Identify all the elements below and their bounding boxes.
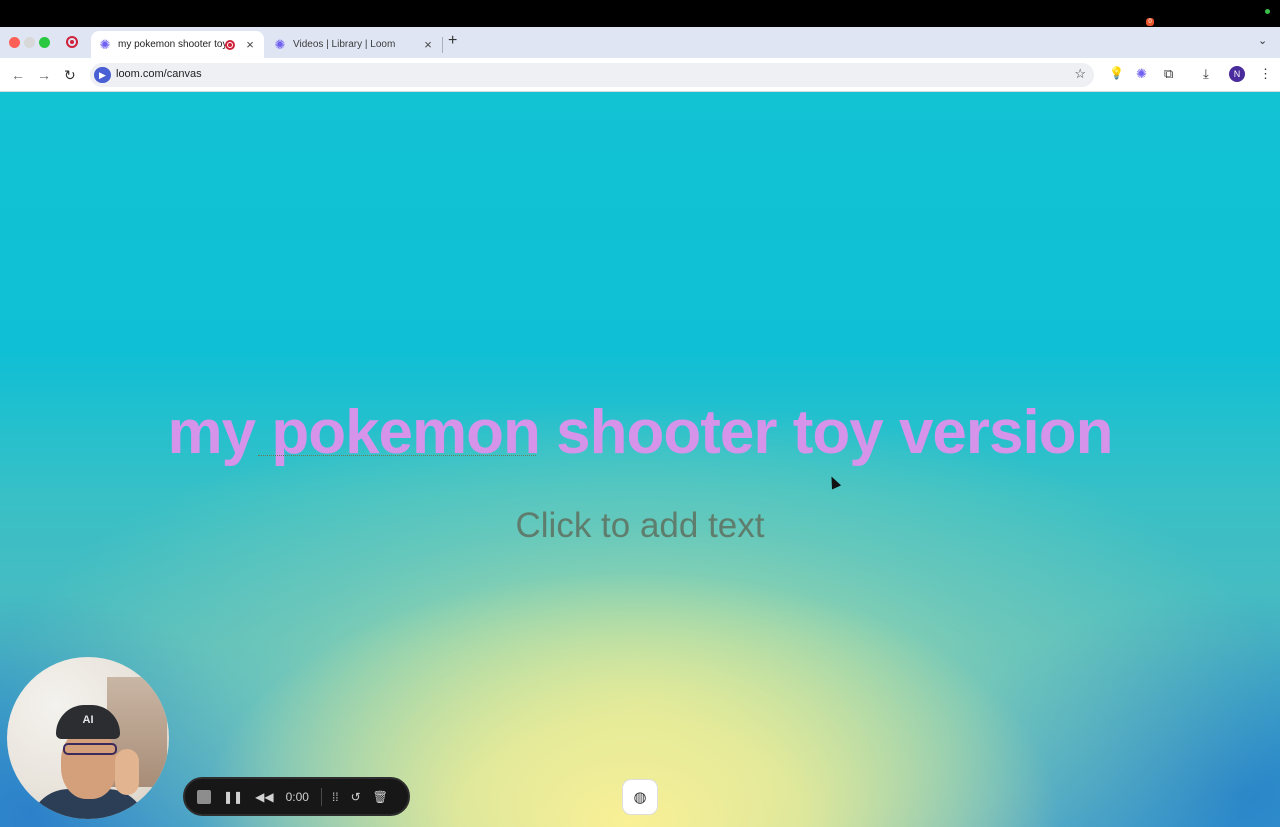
tab-search-chevron-icon[interactable]: ⌄ <box>1258 34 1267 47</box>
status-indicator <box>1265 9 1270 14</box>
tab-recording-icon <box>225 39 235 50</box>
loom-extension-icon[interactable]: ✺ <box>1136 66 1147 82</box>
loom-favicon-icon: ✺ <box>274 36 286 52</box>
extensions-puzzle-icon[interactable]: ⧉ <box>1164 66 1173 82</box>
presenter-hand <box>115 749 139 795</box>
tab-strip: ✺ my pokemon shooter toy version × ✺ Vid… <box>0 27 1280 58</box>
controls-divider <box>320 787 322 806</box>
tab-divider <box>442 37 443 53</box>
add-text-placeholder[interactable]: Click to add text <box>0 506 1280 546</box>
trash-icon[interactable]: 🗑 <box>373 790 388 804</box>
profile-avatar[interactable]: N <box>1229 66 1245 82</box>
window-maximize-button[interactable] <box>39 37 50 48</box>
back-button[interactable]: ← <box>11 67 25 83</box>
canvas-title[interactable]: my pokemon shooter toy version <box>0 397 1280 468</box>
address-bar[interactable]: ▶ loom.com/canvas ☆ <box>90 63 1094 87</box>
tab-title: Videos | Library | Loom <box>293 39 396 50</box>
extension-badge: 0 <box>1146 18 1154 26</box>
browser-toolbar: ← → ↻ ▶ loom.com/canvas ☆ 💡 ✺ ⧉ ⤓ N ⋮ <box>0 58 1280 92</box>
loom-favicon-icon: ✺ <box>99 36 111 52</box>
rewind-icon[interactable]: ◀◀ <box>255 790 273 804</box>
palette-icon[interactable]: ◍ <box>622 779 658 815</box>
bookmark-star-icon[interactable]: ☆ <box>1074 66 1086 82</box>
spellcheck-underline <box>258 455 536 456</box>
tab-title: my pokemon shooter toy version <box>118 39 225 50</box>
presenter-face <box>61 729 117 799</box>
presenter-glasses <box>63 743 117 755</box>
pause-icon[interactable]: ❚❚ <box>223 790 243 804</box>
new-tab-button[interactable]: + <box>448 32 457 50</box>
menu-bar <box>0 0 1280 27</box>
stop-button[interactable] <box>197 789 211 804</box>
recording-icon[interactable] <box>66 36 78 48</box>
url-text: loom.com/canvas <box>116 68 202 80</box>
window-minimize-button[interactable] <box>24 37 35 48</box>
forward-button[interactable]: → <box>37 67 51 83</box>
tab-close-icon[interactable]: × <box>422 37 434 52</box>
window-close-button[interactable] <box>9 37 20 48</box>
reload-button[interactable]: ↻ <box>64 67 76 84</box>
tab-videos-library[interactable]: ✺ Videos | Library | Loom × <box>266 31 442 58</box>
recording-timer: 0:00 <box>285 789 309 804</box>
restart-icon[interactable]: ↺ <box>351 790 361 804</box>
drawing-grid-icon[interactable]: ⁞⁞ <box>332 790 339 804</box>
lightbulb-extension-icon[interactable]: 💡 <box>1109 66 1124 80</box>
tab-close-icon[interactable]: × <box>244 37 256 52</box>
browser-menu-icon[interactable]: ⋮ <box>1259 66 1272 82</box>
download-icon[interactable]: ⤓ <box>1203 66 1209 82</box>
camera-icon[interactable]: ▶ <box>94 67 111 83</box>
tab-pokemon-shooter[interactable]: ✺ my pokemon shooter toy version × <box>91 31 264 58</box>
webcam-bubble[interactable]: AI <box>7 657 169 819</box>
recording-controls: ❚❚ ◀◀ 0:00 ⁞⁞ ↺ 🗑 <box>183 777 410 816</box>
